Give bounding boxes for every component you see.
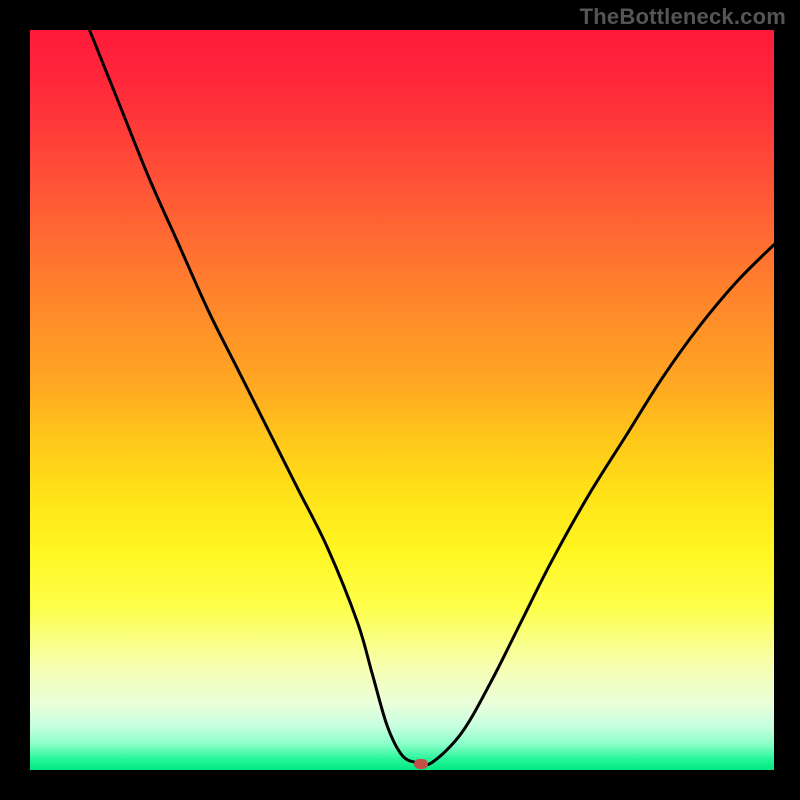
watermark-text: TheBottleneck.com <box>580 4 786 30</box>
plot-area <box>30 30 774 770</box>
chart-container: TheBottleneck.com <box>0 0 800 800</box>
curve-layer <box>30 30 774 770</box>
optimal-point-marker <box>414 759 428 769</box>
bottleneck-curve <box>90 30 774 765</box>
